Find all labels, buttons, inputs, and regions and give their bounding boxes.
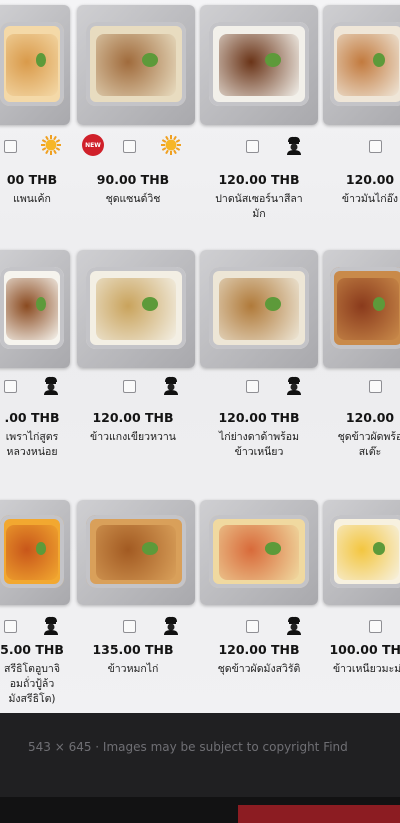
new-badge: NEW bbox=[82, 134, 104, 156]
item-name: สเต๊ะ bbox=[358, 446, 382, 458]
select-checkbox[interactable] bbox=[4, 380, 17, 393]
select-checkbox[interactable] bbox=[246, 380, 259, 393]
select-checkbox[interactable] bbox=[369, 140, 382, 153]
food-photo[interactable] bbox=[0, 500, 70, 605]
food-photo[interactable] bbox=[77, 250, 195, 368]
select-checkbox[interactable] bbox=[4, 140, 17, 153]
item-price: 135.00 THB bbox=[92, 642, 174, 657]
image-viewer-footer: 543 × 645 · Images may be subject to cop… bbox=[0, 713, 400, 823]
sun-icon bbox=[41, 135, 61, 155]
item-price: 120.00 bbox=[345, 172, 395, 187]
item-name: หลวงหน่อย bbox=[6, 446, 58, 458]
chef-icon bbox=[164, 616, 178, 635]
item-price: 120.00 THB bbox=[218, 642, 300, 657]
item-price: 120.00 THB bbox=[218, 172, 300, 187]
item-name: ชุดข้าวผัดพร้อ bbox=[337, 431, 400, 443]
food-photo[interactable] bbox=[77, 500, 195, 605]
chef-icon bbox=[164, 376, 178, 395]
image-caption: 543 × 645 · Images may be subject to cop… bbox=[28, 740, 348, 754]
item-price: 120.00 THB bbox=[218, 410, 300, 425]
item-name: ปาดนัสเซอร์นาสีลา bbox=[215, 193, 303, 205]
item-price: 120.00 THB bbox=[92, 410, 174, 425]
food-photo[interactable] bbox=[77, 5, 195, 125]
food-photo[interactable] bbox=[0, 250, 70, 368]
chef-icon bbox=[44, 616, 58, 635]
select-checkbox[interactable] bbox=[369, 380, 382, 393]
food-photo[interactable] bbox=[200, 500, 318, 605]
select-checkbox[interactable] bbox=[246, 620, 259, 633]
food-photo[interactable] bbox=[200, 250, 318, 368]
item-name: ข้าวหมกไก่ bbox=[107, 663, 159, 675]
item-name: อมถั่วปู้ล้ว bbox=[9, 678, 55, 690]
food-photo[interactable] bbox=[323, 250, 400, 368]
select-checkbox[interactable] bbox=[123, 380, 136, 393]
photo-screen: 00 THB แพนเค้ก NEW 90.00 THB ชุดแซนด์วิช 120.… bbox=[0, 0, 400, 823]
food-photo[interactable] bbox=[0, 5, 70, 125]
food-photo[interactable] bbox=[323, 500, 400, 605]
item-name: ไก่ย่างดาด้าพร้อม bbox=[218, 431, 300, 443]
item-name: ข้าวเหนียวมะม่ว bbox=[332, 663, 400, 675]
item-price: 90.00 THB bbox=[96, 172, 170, 187]
item-name: ข้าวแกงเขียวหวาน bbox=[90, 431, 176, 443]
select-checkbox[interactable] bbox=[369, 620, 382, 633]
item-price: 120.00 bbox=[345, 410, 395, 425]
food-photo[interactable] bbox=[323, 5, 400, 125]
select-checkbox[interactable] bbox=[4, 620, 17, 633]
select-checkbox[interactable] bbox=[123, 620, 136, 633]
item-price: 100.00 THB bbox=[329, 642, 400, 657]
item-name: มัก bbox=[252, 208, 266, 220]
food-photo[interactable] bbox=[200, 5, 318, 125]
item-name: มังสรีธิโต) bbox=[8, 693, 56, 705]
select-checkbox[interactable] bbox=[123, 140, 136, 153]
sun-icon bbox=[161, 135, 181, 155]
chef-icon bbox=[44, 376, 58, 395]
chef-icon bbox=[287, 136, 301, 155]
chef-icon bbox=[287, 616, 301, 635]
item-name: ชุดข้าวผัดมังสวิรัติ bbox=[217, 663, 301, 675]
item-name: ข้าวเหนียว bbox=[234, 446, 284, 458]
item-name: ข้าวมันไก่อ๊ง bbox=[341, 193, 399, 205]
footer-red-bar bbox=[238, 805, 400, 823]
select-checkbox[interactable] bbox=[246, 140, 259, 153]
menu-grid: 00 THB แพนเค้ก NEW 90.00 THB ชุดแซนด์วิช 120.… bbox=[0, 0, 400, 713]
item-name: ชุดแซนด์วิช bbox=[105, 193, 161, 205]
chef-icon bbox=[287, 376, 301, 395]
